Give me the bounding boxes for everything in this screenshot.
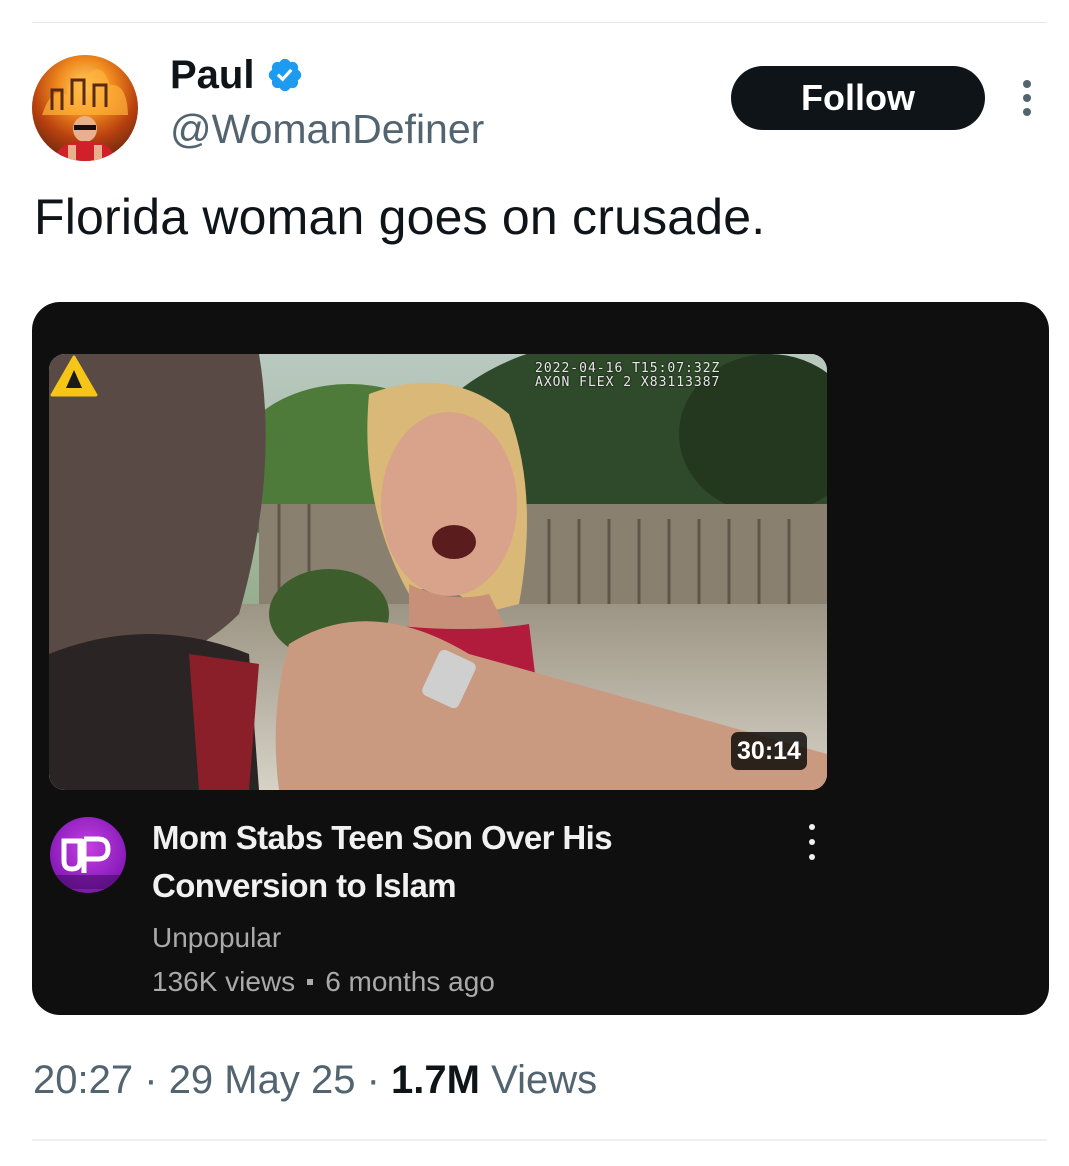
video-view-count: 136K views [152, 966, 296, 997]
top-divider [32, 22, 1047, 23]
tweet-date[interactable]: 29 May 25 [169, 1058, 356, 1103]
footer-separator: · [144, 1058, 158, 1102]
video-meta: 136K views 6 months ago [152, 966, 495, 998]
tweet-view-count: 1.7M [391, 1058, 480, 1102]
more-vertical-icon[interactable] [1010, 76, 1044, 120]
fire-avatar-icon [42, 69, 128, 161]
video-card[interactable]: 2022-04-16 T15:07:32Z AXON FLEX 2 X83113… [32, 302, 1049, 1015]
camera-timestamp-overlay: 2022-04-16 T15:07:32Z AXON FLEX 2 X83113… [535, 361, 721, 390]
channel-name[interactable]: Unpopular [152, 922, 281, 954]
tweet-time[interactable]: 20:27 [33, 1058, 133, 1103]
follow-button[interactable]: Follow [731, 66, 985, 130]
axon-logo-icon [50, 355, 98, 397]
video-thumbnail[interactable]: 2022-04-16 T15:07:32Z AXON FLEX 2 X83113… [49, 354, 827, 790]
meta-separator-dot [307, 979, 314, 985]
footer-separator: · [366, 1058, 380, 1102]
bottom-divider [32, 1139, 1047, 1141]
unpopular-logo-icon [56, 836, 120, 889]
video-title[interactable]: Mom Stabs Teen Son Over His Conversion t… [152, 814, 672, 910]
author-avatar[interactable] [32, 55, 138, 161]
tweet-footer: 20:27 · 29 May 25 · 1.7M Views [33, 1058, 597, 1103]
tweet-text: Florida woman goes on crusade. [34, 189, 766, 245]
views-label-spacer [480, 1058, 491, 1103]
video-duration-badge: 30:14 [731, 732, 807, 770]
video-age: 6 months ago [325, 966, 495, 997]
author-name-row: Paul [170, 52, 304, 98]
tweet-views-label: Views [491, 1058, 598, 1102]
verified-badge-icon [269, 58, 302, 92]
author-display-name[interactable]: Paul [170, 53, 254, 98]
video-more-icon[interactable] [802, 824, 822, 860]
channel-avatar[interactable] [50, 817, 126, 893]
author-handle[interactable]: @WomanDefiner [170, 106, 484, 153]
bodycam-scene-image [49, 354, 827, 790]
